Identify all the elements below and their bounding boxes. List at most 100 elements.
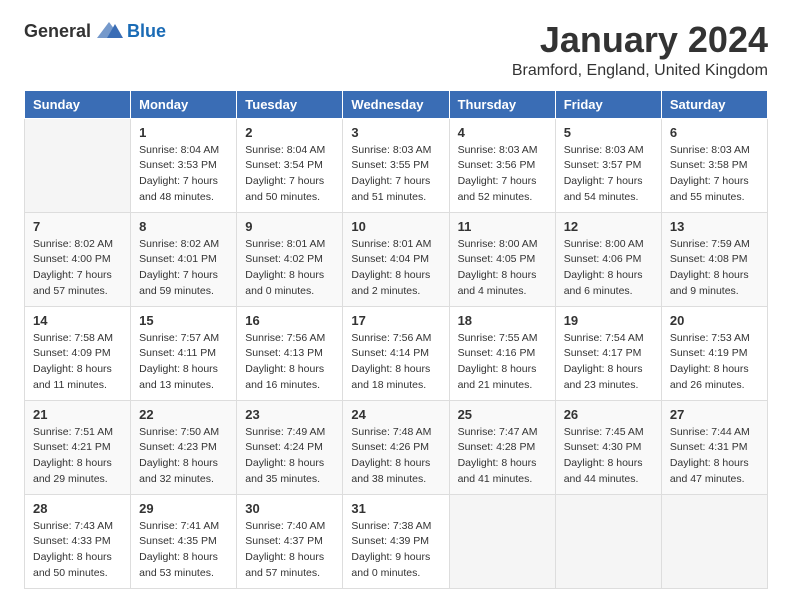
calendar-cell: 26 Sunrise: 7:45 AM Sunset: 4:30 PM Dayli… — [555, 400, 661, 494]
day-number: 14 — [33, 313, 122, 328]
day-header-monday: Monday — [131, 90, 237, 118]
calendar-cell: 20Sunrise: 7:53 AM Sunset: 4:19 PM Dayli… — [661, 306, 767, 400]
day-info: Sunrise: 7:41 AM Sunset: 4:35 PM Dayligh… — [139, 519, 228, 582]
calendar-cell: 22 Sunrise: 7:50 AM Sunset: 4:23 PM Dayli… — [131, 400, 237, 494]
calendar-week-row: 14Sunrise: 7:58 AM Sunset: 4:09 PM Dayli… — [25, 306, 768, 400]
day-number: 5 — [564, 125, 653, 140]
day-header-tuesday: Tuesday — [237, 90, 343, 118]
calendar-cell: 28Sunrise: 7:43 AM Sunset: 4:33 PM Dayli… — [25, 494, 131, 588]
day-info: Sunrise: 7:50 AM Sunset: 4:23 PM Dayligh… — [139, 425, 228, 488]
calendar-cell: 31 Sunrise: 7:38 AM Sunset: 4:39 PM Dayli… — [343, 494, 449, 588]
calendar-cell: 16Sunrise: 7:56 AM Sunset: 4:13 PM Dayli… — [237, 306, 343, 400]
calendar-cell: 5 Sunrise: 8:03 AM Sunset: 3:57 PM Daylig… — [555, 118, 661, 212]
calendar-cell: 1 Sunrise: 8:04 AM Sunset: 3:53 PM Daylig… — [131, 118, 237, 212]
calendar-cell: 30 Sunrise: 7:40 AM Sunset: 4:37 PM Dayli… — [237, 494, 343, 588]
calendar-cell: 23 Sunrise: 7:49 AM Sunset: 4:24 PM Dayli… — [237, 400, 343, 494]
day-number: 3 — [351, 125, 440, 140]
day-number: 17 — [351, 313, 440, 328]
day-header-friday: Friday — [555, 90, 661, 118]
day-info: Sunrise: 7:43 AM Sunset: 4:33 PM Dayligh… — [33, 519, 122, 582]
calendar-cell: 12Sunrise: 8:00 AM Sunset: 4:06 PM Dayli… — [555, 212, 661, 306]
day-info: Sunrise: 8:03 AM Sunset: 3:58 PM Dayligh… — [670, 143, 759, 206]
day-number: 23 — [245, 407, 334, 422]
day-number: 20 — [670, 313, 759, 328]
day-info: Sunrise: 8:00 AM Sunset: 4:06 PM Dayligh… — [564, 237, 653, 300]
day-number: 16 — [245, 313, 334, 328]
calendar-cell: 4 Sunrise: 8:03 AM Sunset: 3:56 PM Daylig… — [449, 118, 555, 212]
logo-general: General — [24, 21, 91, 42]
calendar-cell: 17Sunrise: 7:56 AM Sunset: 4:14 PM Dayli… — [343, 306, 449, 400]
day-number: 26 — [564, 407, 653, 422]
day-info: Sunrise: 7:44 AM Sunset: 4:31 PM Dayligh… — [670, 425, 759, 488]
location: Bramford, England, United Kingdom — [512, 62, 768, 80]
day-info: Sunrise: 8:03 AM Sunset: 3:55 PM Dayligh… — [351, 143, 440, 206]
calendar-header-row: SundayMondayTuesdayWednesdayThursdayFrid… — [25, 90, 768, 118]
calendar-cell: 8 Sunrise: 8:02 AM Sunset: 4:01 PM Daylig… — [131, 212, 237, 306]
day-number: 18 — [458, 313, 547, 328]
day-info: Sunrise: 7:59 AM Sunset: 4:08 PM Dayligh… — [670, 237, 759, 300]
calendar-cell: 24 Sunrise: 7:48 AM Sunset: 4:26 PM Dayli… — [343, 400, 449, 494]
day-info: Sunrise: 7:54 AM Sunset: 4:17 PM Dayligh… — [564, 331, 653, 394]
day-header-sunday: Sunday — [25, 90, 131, 118]
day-info: Sunrise: 7:47 AM Sunset: 4:28 PM Dayligh… — [458, 425, 547, 488]
calendar-cell: 7 Sunrise: 8:02 AM Sunset: 4:00 PM Daylig… — [25, 212, 131, 306]
calendar-week-row: 21 Sunrise: 7:51 AM Sunset: 4:21 PM Dayli… — [25, 400, 768, 494]
day-info: Sunrise: 7:48 AM Sunset: 4:26 PM Dayligh… — [351, 425, 440, 488]
calendar-cell: 27Sunrise: 7:44 AM Sunset: 4:31 PM Dayli… — [661, 400, 767, 494]
day-info: Sunrise: 7:49 AM Sunset: 4:24 PM Dayligh… — [245, 425, 334, 488]
calendar-cell: 18 Sunrise: 7:55 AM Sunset: 4:16 PM Dayli… — [449, 306, 555, 400]
calendar-cell: 2Sunrise: 8:04 AM Sunset: 3:54 PM Daylig… — [237, 118, 343, 212]
day-info: Sunrise: 7:51 AM Sunset: 4:21 PM Dayligh… — [33, 425, 122, 488]
day-number: 24 — [351, 407, 440, 422]
day-info: Sunrise: 7:45 AM Sunset: 4:30 PM Dayligh… — [564, 425, 653, 488]
calendar-cell — [661, 494, 767, 588]
calendar-week-row: 7 Sunrise: 8:02 AM Sunset: 4:00 PM Daylig… — [25, 212, 768, 306]
day-number: 6 — [670, 125, 759, 140]
calendar-cell — [555, 494, 661, 588]
calendar-cell: 13Sunrise: 7:59 AM Sunset: 4:08 PM Dayli… — [661, 212, 767, 306]
day-info: Sunrise: 8:01 AM Sunset: 4:02 PM Dayligh… — [245, 237, 334, 300]
day-number: 8 — [139, 219, 228, 234]
calendar-cell: 6 Sunrise: 8:03 AM Sunset: 3:58 PM Daylig… — [661, 118, 767, 212]
calendar-table: SundayMondayTuesdayWednesdayThursdayFrid… — [24, 90, 768, 589]
day-info: Sunrise: 8:03 AM Sunset: 3:56 PM Dayligh… — [458, 143, 547, 206]
day-number: 19 — [564, 313, 653, 328]
day-number: 9 — [245, 219, 334, 234]
calendar-week-row: 1 Sunrise: 8:04 AM Sunset: 3:53 PM Daylig… — [25, 118, 768, 212]
day-info: Sunrise: 8:04 AM Sunset: 3:54 PM Dayligh… — [245, 143, 334, 206]
calendar-cell: 25 Sunrise: 7:47 AM Sunset: 4:28 PM Dayli… — [449, 400, 555, 494]
calendar-cell: 21 Sunrise: 7:51 AM Sunset: 4:21 PM Dayli… — [25, 400, 131, 494]
day-number: 15 — [139, 313, 228, 328]
day-number: 29 — [139, 501, 228, 516]
day-info: Sunrise: 7:38 AM Sunset: 4:39 PM Dayligh… — [351, 519, 440, 582]
day-header-thursday: Thursday — [449, 90, 555, 118]
day-number: 21 — [33, 407, 122, 422]
day-number: 1 — [139, 125, 228, 140]
day-number: 4 — [458, 125, 547, 140]
day-info: Sunrise: 8:04 AM Sunset: 3:53 PM Dayligh… — [139, 143, 228, 206]
logo: General Blue — [24, 20, 166, 42]
title-area: January 2024 Bramford, England, United K… — [512, 20, 768, 80]
day-info: Sunrise: 8:03 AM Sunset: 3:57 PM Dayligh… — [564, 143, 653, 206]
day-number: 7 — [33, 219, 122, 234]
day-info: Sunrise: 8:00 AM Sunset: 4:05 PM Dayligh… — [458, 237, 547, 300]
day-number: 22 — [139, 407, 228, 422]
calendar-week-row: 28Sunrise: 7:43 AM Sunset: 4:33 PM Dayli… — [25, 494, 768, 588]
calendar-cell: 11Sunrise: 8:00 AM Sunset: 4:05 PM Dayli… — [449, 212, 555, 306]
day-number: 10 — [351, 219, 440, 234]
calendar-cell: 10 Sunrise: 8:01 AM Sunset: 4:04 PM Dayli… — [343, 212, 449, 306]
logo-blue: Blue — [127, 21, 166, 41]
day-info: Sunrise: 7:55 AM Sunset: 4:16 PM Dayligh… — [458, 331, 547, 394]
day-info: Sunrise: 8:01 AM Sunset: 4:04 PM Dayligh… — [351, 237, 440, 300]
calendar-cell — [25, 118, 131, 212]
day-number: 31 — [351, 501, 440, 516]
logo-icon — [95, 20, 123, 42]
calendar-cell: 3 Sunrise: 8:03 AM Sunset: 3:55 PM Daylig… — [343, 118, 449, 212]
day-info: Sunrise: 8:02 AM Sunset: 4:00 PM Dayligh… — [33, 237, 122, 300]
day-header-saturday: Saturday — [661, 90, 767, 118]
day-number: 30 — [245, 501, 334, 516]
day-number: 25 — [458, 407, 547, 422]
calendar-cell: 9 Sunrise: 8:01 AM Sunset: 4:02 PM Daylig… — [237, 212, 343, 306]
day-info: Sunrise: 7:40 AM Sunset: 4:37 PM Dayligh… — [245, 519, 334, 582]
day-info: Sunrise: 8:02 AM Sunset: 4:01 PM Dayligh… — [139, 237, 228, 300]
